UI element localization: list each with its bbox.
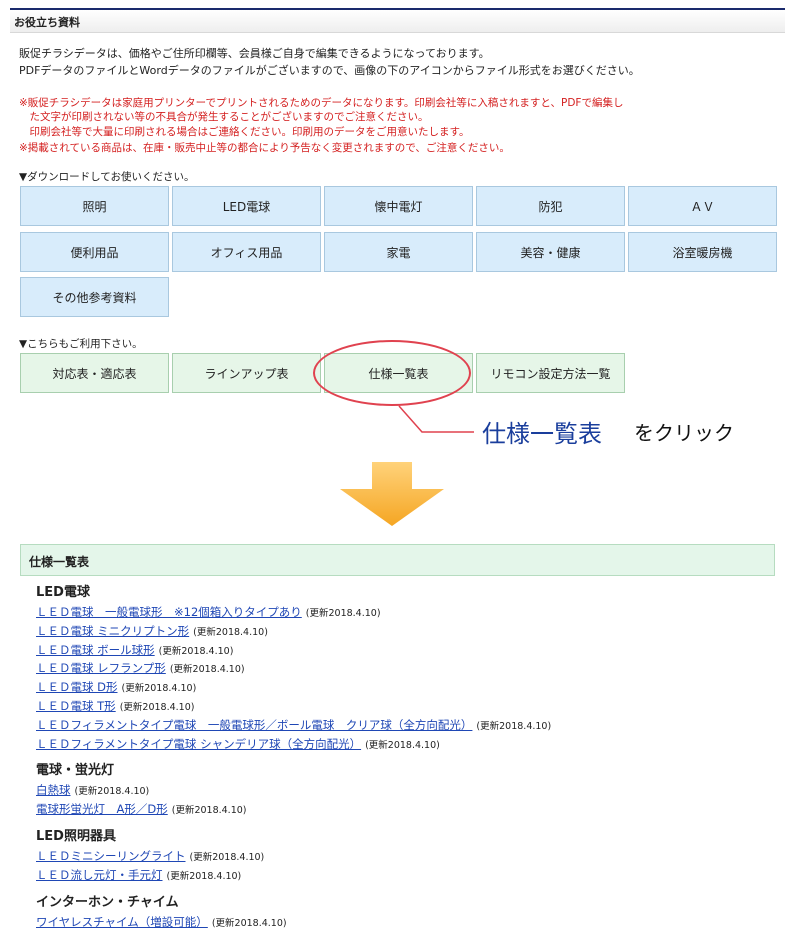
- spec-link[interactable]: ＬＥＤ流し元灯・手元灯: [36, 868, 163, 882]
- spec-link[interactable]: 白熱球: [36, 783, 71, 797]
- updated-date: (更新2018.4.10): [119, 701, 195, 713]
- category-heading: 電球・蛍光灯: [36, 763, 115, 779]
- callout-instruction: をクリック: [634, 421, 734, 445]
- spec-list-title: 仕様一覧表: [29, 555, 90, 569]
- updated-date: (更新2018.4.10): [74, 786, 150, 798]
- spec-link[interactable]: ＬＥＤ電球 ボール球形: [36, 643, 155, 657]
- updated-date: (更新2018.4.10): [193, 626, 268, 638]
- list-item: ＬＥＤ電球 レフランプ形 (更新2018.4.10): [36, 660, 756, 679]
- category-heading: LED電球: [36, 585, 90, 600]
- list-item: 電球形蛍光灯 A形／D形 (更新2018.4.10): [36, 801, 756, 820]
- list-item: ＬＥＤフィラメントタイプ電球 シャンデリア球（全方向配光） (更新2018.4.1…: [36, 736, 756, 755]
- list-item: ＬＥＤ電球 一般電球形 ※12個箱入りタイプあり (更新2018.4.10): [36, 604, 756, 623]
- list-item: ＬＥＤ電球 T形 (更新2018.4.10): [36, 698, 756, 717]
- down-arrow-icon: [340, 462, 444, 526]
- spec-link[interactable]: ＬＥＤ電球 一般電球形 ※12個箱入りタイプあり: [36, 605, 302, 619]
- list-item: ＬＥＤフィラメントタイプ電球 一般電球形／ボール電球 クリア球（全方向配光） (更…: [36, 717, 756, 736]
- list-item: ＬＥＤミニシーリングライト (更新2018.4.10): [36, 848, 756, 867]
- category-heading: LED照明器具: [36, 828, 116, 844]
- updated-date: (更新2018.4.10): [476, 720, 552, 732]
- updated-date: (更新2018.4.10): [121, 683, 197, 695]
- spec-link[interactable]: ＬＥＤフィラメントタイプ電球 シャンデリア球（全方向配光）: [36, 737, 361, 751]
- spec-link[interactable]: 電球形蛍光灯 A形／D形: [36, 802, 168, 816]
- spec-link[interactable]: ワイヤレスチャイム（増設可能）: [36, 915, 208, 929]
- spec-link[interactable]: ＬＥＤミニシーリングライト: [36, 849, 186, 863]
- spec-link[interactable]: ＬＥＤ電球 T形: [36, 699, 116, 713]
- spec-list: LED電球 ＬＥＤ電球 一般電球形 ※12個箱入りタイプあり (更新2018.4.…: [36, 585, 756, 932]
- updated-date: (更新2018.4.10): [171, 805, 247, 817]
- list-item: ＬＥＤ流し元灯・手元灯 (更新2018.4.10): [36, 867, 756, 886]
- updated-date: (更新2018.4.10): [169, 664, 245, 676]
- spec-link[interactable]: ＬＥＤフィラメントタイプ電球 一般電球形／ボール電球 クリア球（全方向配光）: [36, 718, 472, 732]
- list-item: 白熱球 (更新2018.4.10): [36, 782, 756, 801]
- updated-date: (更新2018.4.10): [189, 851, 265, 863]
- callout-label: 仕様一覧表: [482, 420, 602, 448]
- callout-leader-line: [398, 405, 474, 433]
- updated-date: (更新2018.4.10): [365, 739, 440, 751]
- list-item: ＬＥＤ電球 ミニクリプトン形 (更新2018.4.10): [36, 623, 756, 642]
- list-item: ワイヤレスチャイム（増設可能） (更新2018.4.10): [36, 914, 756, 932]
- spec-link[interactable]: ＬＥＤ電球 ミニクリプトン形: [36, 624, 189, 638]
- list-item: ＬＥＤ電球 D形 (更新2018.4.10): [36, 679, 756, 698]
- updated-date: (更新2018.4.10): [166, 870, 242, 882]
- category-heading: インターホン・チャイム: [36, 894, 179, 910]
- updated-date: (更新2018.4.10): [158, 645, 234, 657]
- spec-link[interactable]: ＬＥＤ電球 レフランプ形: [36, 661, 166, 675]
- list-item: ＬＥＤ電球 ボール球形 (更新2018.4.10): [36, 642, 756, 661]
- updated-date: (更新2018.4.10): [305, 608, 381, 619]
- updated-date: (更新2018.4.10): [211, 917, 287, 929]
- spec-link[interactable]: ＬＥＤ電球 D形: [36, 680, 118, 694]
- spec-list-header: 仕様一覧表: [20, 544, 775, 576]
